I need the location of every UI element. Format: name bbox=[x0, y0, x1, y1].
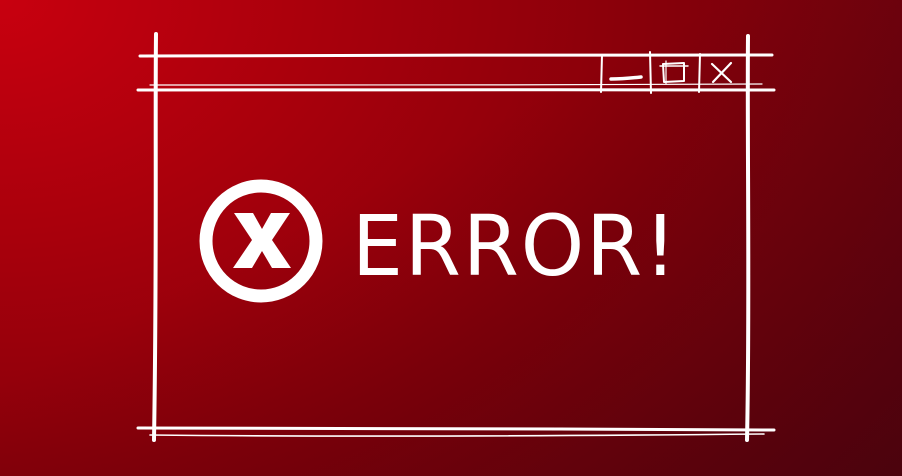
minimize-icon[interactable] bbox=[609, 75, 643, 81]
x-mark bbox=[233, 213, 291, 268]
error-illustration: ERROR! bbox=[0, 0, 902, 476]
maximize-icon[interactable] bbox=[659, 60, 689, 85]
close-icon[interactable] bbox=[710, 61, 733, 84]
title-bar bbox=[136, 83, 776, 92]
window-controls bbox=[600, 51, 701, 94]
error-message: ERROR! bbox=[352, 197, 679, 295]
